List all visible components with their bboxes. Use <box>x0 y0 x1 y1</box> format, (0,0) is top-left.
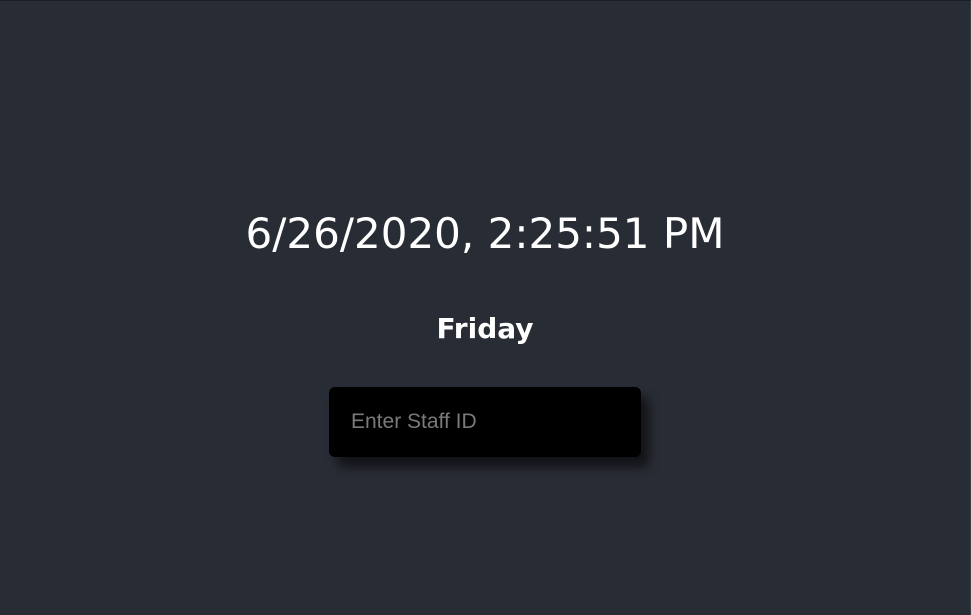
staff-id-input[interactable] <box>329 387 641 457</box>
current-datetime: 6/26/2020, 2:25:51 PM <box>245 209 725 258</box>
clock-in-screen: 6/26/2020, 2:25:51 PM Friday <box>0 0 971 615</box>
current-weekday: Friday <box>436 312 534 345</box>
